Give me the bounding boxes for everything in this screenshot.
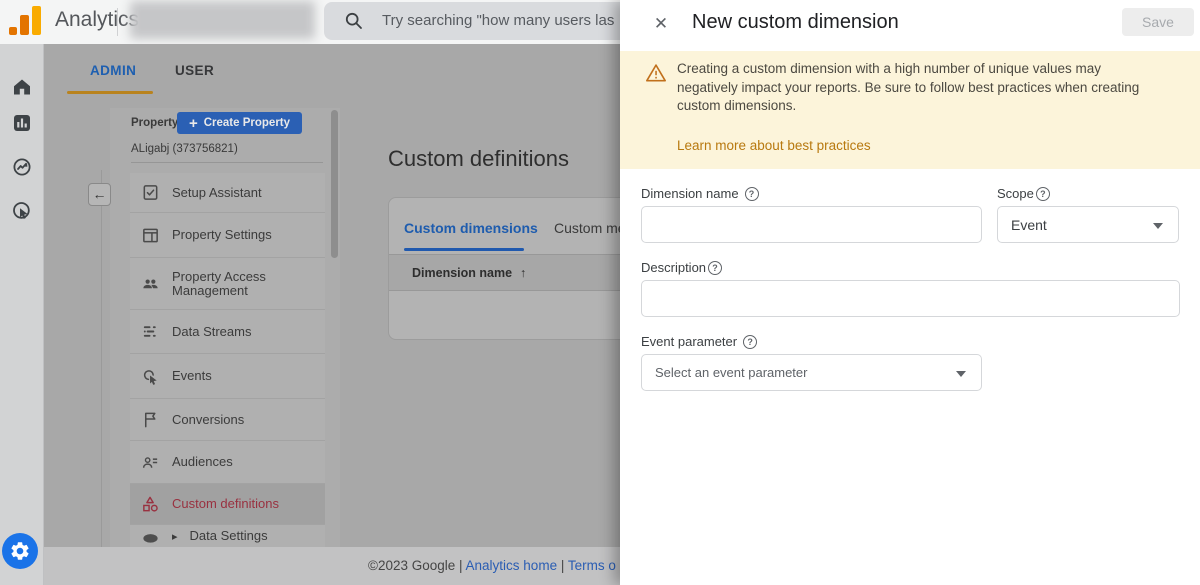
advertising-icon[interactable] <box>12 201 32 221</box>
footer-text: ©2023 Google | Analytics home | Terms o <box>368 558 616 573</box>
sidebar-item-custom-definitions[interactable]: Custom definitions <box>130 483 325 524</box>
admin-workspace: ADMIN USER Property Create Property ALig… <box>45 44 620 547</box>
sidebar-item-label: Audiences <box>172 455 294 469</box>
tab-user[interactable]: USER <box>175 63 214 78</box>
create-property-button[interactable]: Create Property <box>177 112 302 134</box>
page-title: Custom definitions <box>388 146 569 172</box>
new-custom-dimension-panel: New custom dimension Save Creating a cus… <box>620 0 1200 585</box>
audiences-icon <box>140 452 160 472</box>
admin-tab-underline <box>67 91 153 94</box>
column-header-dimension-name[interactable]: Dimension name <box>412 266 526 280</box>
property-label: Property <box>131 117 178 129</box>
sidebar-item-label: Events <box>172 369 294 383</box>
sort-ascending-icon <box>520 266 526 280</box>
help-icon[interactable]: ? <box>1036 187 1050 201</box>
expand-caret-icon <box>172 527 178 545</box>
help-icon[interactable]: ? <box>745 187 759 201</box>
property-scrollbar[interactable] <box>331 110 338 258</box>
sidebar-item-property-access-management[interactable]: Property Access Management <box>130 257 325 309</box>
search-icon <box>344 11 364 31</box>
dimension-name-label: Dimension name ? <box>641 186 759 201</box>
dimensions-tab-underline <box>404 248 524 251</box>
help-icon[interactable]: ? <box>708 261 722 275</box>
dimension-name-input[interactable] <box>641 206 982 243</box>
footer-link-analytics-home[interactable]: Analytics home <box>466 558 558 573</box>
explore-icon[interactable] <box>12 157 32 177</box>
sidebar-item-label: Setup Assistant <box>172 186 294 200</box>
setup-assistant-icon <box>140 183 160 203</box>
property-name: ALigabj (373756821) <box>131 143 238 155</box>
analytics-logo-icon <box>9 5 43 35</box>
close-icon[interactable] <box>650 13 672 35</box>
scope-label: Scope ? <box>997 186 1050 201</box>
save-button[interactable]: Save <box>1122 8 1194 36</box>
sidebar-item-audiences[interactable]: Audiences <box>130 440 325 483</box>
event-parameter-label: Event parameter ? <box>641 334 757 349</box>
copyright-text: ©2023 Google <box>368 558 455 573</box>
tab-custom-dimensions[interactable]: Custom dimensions <box>404 220 538 236</box>
property-settings-icon <box>140 225 160 245</box>
tab-admin[interactable]: ADMIN <box>90 63 136 78</box>
sidebar-item-label: Property Settings <box>172 228 294 242</box>
event-parameter-placeholder: Select an event parameter <box>655 365 807 380</box>
people-icon <box>140 274 160 294</box>
admin-gear-icon[interactable] <box>2 533 38 569</box>
shapes-icon <box>140 494 160 514</box>
sidebar-item-label: Data Streams <box>172 325 294 339</box>
chevron-down-icon <box>956 371 966 377</box>
analytics-app: Analytics Try searching "how many users … <box>0 0 1200 585</box>
search-placeholder: Try searching "how many users las <box>382 2 614 40</box>
description-label: Description ? <box>641 260 722 275</box>
help-icon[interactable]: ? <box>743 335 757 349</box>
property-divider <box>131 162 323 163</box>
sidebar-item-events[interactable]: Events <box>130 353 325 398</box>
property-menu: Setup Assistant Property Settings Proper… <box>130 173 325 547</box>
sidebar-item-label: Data Settings <box>190 529 286 543</box>
chevron-down-icon <box>1153 223 1163 229</box>
sidebar-item-setup-assistant[interactable]: Setup Assistant <box>130 173 325 212</box>
sidebar-item-property-settings[interactable]: Property Settings <box>130 212 325 257</box>
scope-select[interactable]: Event <box>997 206 1179 243</box>
footer-link-terms[interactable]: Terms o <box>568 558 616 573</box>
sidebar-item-label: Custom definitions <box>172 497 294 511</box>
sidebar-item-data-settings[interactable]: Data Settings <box>130 524 325 547</box>
brand-title: Analytics <box>55 8 139 32</box>
reports-icon[interactable] <box>12 113 32 133</box>
menu-tree-line <box>101 170 102 547</box>
home-icon[interactable] <box>12 77 32 97</box>
best-practices-link[interactable]: Learn more about best practices <box>677 138 871 153</box>
back-arrow-button[interactable] <box>88 183 111 206</box>
panel-header: New custom dimension Save <box>620 0 1200 51</box>
sidebar-item-label: Conversions <box>172 413 294 427</box>
warning-message: Creating a custom dimension with a high … <box>677 60 1161 116</box>
account-name-blurred <box>130 1 315 39</box>
table-header-row: Dimension name <box>389 254 620 291</box>
warning-triangle-icon <box>645 62 667 84</box>
topbar-divider <box>117 8 118 36</box>
description-input[interactable] <box>641 280 1180 317</box>
left-nav-rail <box>0 44 44 585</box>
sidebar-item-label: Property Access Management <box>172 270 294 298</box>
data-streams-icon <box>140 322 160 342</box>
custom-definitions-card: Custom dimensions Custom me Dimension na… <box>388 197 620 340</box>
event-parameter-select[interactable]: Select an event parameter <box>641 354 982 391</box>
tab-custom-metrics[interactable]: Custom me <box>554 220 620 236</box>
warning-banner: Creating a custom dimension with a high … <box>620 51 1200 169</box>
database-icon <box>140 526 160 546</box>
flag-icon <box>140 410 160 430</box>
scope-selected-value: Event <box>1011 217 1047 233</box>
sidebar-item-data-streams[interactable]: Data Streams <box>130 309 325 353</box>
sidebar-item-conversions[interactable]: Conversions <box>130 398 325 440</box>
panel-title: New custom dimension <box>692 11 899 34</box>
events-icon <box>140 366 160 386</box>
search-input[interactable]: Try searching "how many users las <box>324 2 620 40</box>
